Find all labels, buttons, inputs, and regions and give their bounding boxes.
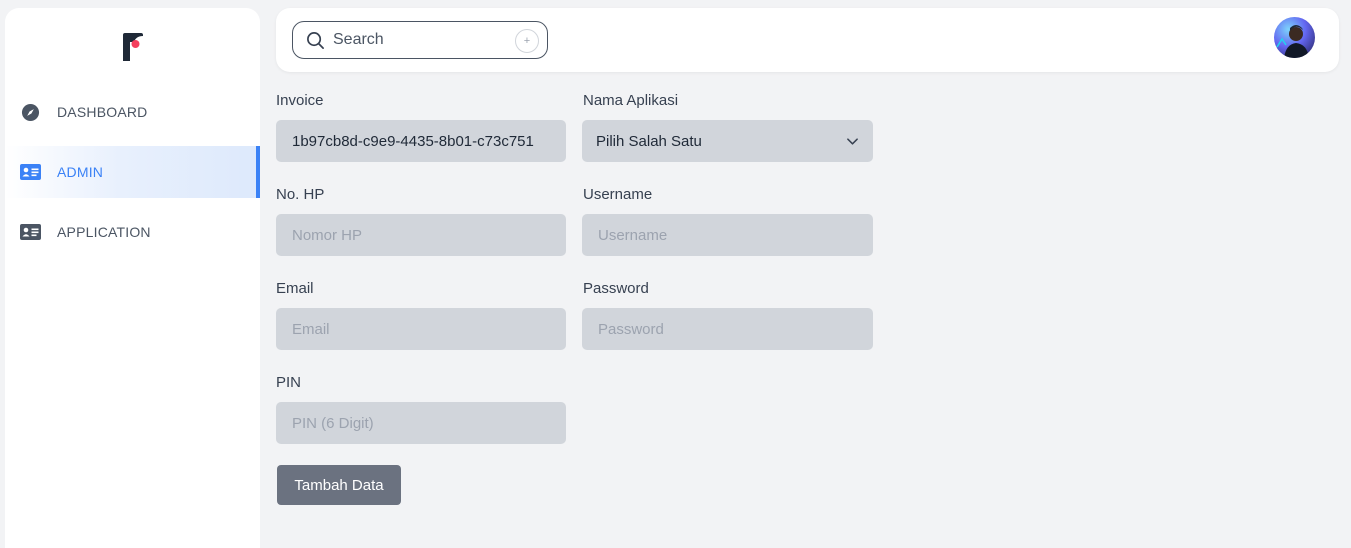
chevron-down-icon xyxy=(847,138,858,145)
invoice-field[interactable] xyxy=(276,120,566,162)
id-card-icon xyxy=(20,222,41,242)
pin-field[interactable] xyxy=(276,402,566,444)
sidebar-item-application[interactable]: APPLICATION xyxy=(5,206,260,258)
search-input[interactable] xyxy=(333,30,503,50)
phone-label: No. HP xyxy=(276,186,325,203)
invoice-label: Invoice xyxy=(276,92,324,109)
avatar[interactable] xyxy=(1274,17,1315,58)
user-avatar-icon xyxy=(1276,25,1309,58)
sidebar-item-admin[interactable]: ADMIN xyxy=(5,146,260,198)
password-field[interactable] xyxy=(582,308,873,350)
top-bar: + xyxy=(276,8,1339,72)
sidebar-item-label: APPLICATION xyxy=(57,224,151,240)
username-label: Username xyxy=(583,186,653,203)
email-field[interactable] xyxy=(276,308,566,350)
app-logo[interactable] xyxy=(121,32,145,62)
app-name-select-value: Pilih Salah Satu xyxy=(596,133,702,150)
app-name-select[interactable]: Pilih Salah Satu xyxy=(582,120,873,162)
search-icon xyxy=(307,32,324,49)
sidebar: DASHBOARD ADMIN APPLICATION xyxy=(5,8,260,548)
sidebar-item-label: DASHBOARD xyxy=(57,104,148,120)
phone-field[interactable] xyxy=(276,214,566,256)
id-card-icon xyxy=(20,162,41,182)
compass-icon xyxy=(20,102,41,122)
username-field[interactable] xyxy=(582,214,873,256)
sidebar-item-dashboard[interactable]: DASHBOARD xyxy=(5,86,260,138)
app-name-label: Nama Aplikasi xyxy=(583,92,679,109)
search-shortcut-button[interactable]: + xyxy=(515,29,539,53)
password-label: Password xyxy=(583,280,649,297)
search-box[interactable]: + xyxy=(292,21,548,59)
sidebar-item-label: ADMIN xyxy=(57,164,104,180)
pin-label: PIN xyxy=(276,374,302,391)
email-label: Email xyxy=(276,280,314,297)
add-data-button[interactable]: Tambah Data xyxy=(277,465,401,505)
